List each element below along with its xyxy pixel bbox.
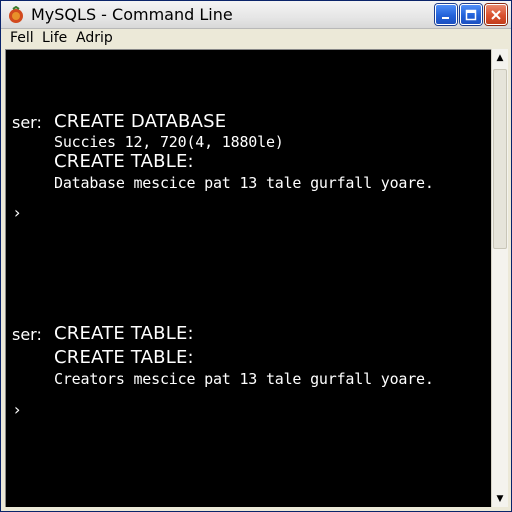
scrollbar-thumb[interactable] — [493, 69, 507, 249]
minimize-button[interactable] — [435, 4, 457, 25]
console-output[interactable]: ser: CREATE DATABASE Succies 12, 720(4, … — [5, 49, 491, 507]
arrow-up-icon: ▲ — [496, 52, 504, 63]
prompt-label: ser: — [12, 325, 42, 344]
scroll-up-button[interactable]: ▲ — [492, 49, 508, 66]
menu-item-life[interactable]: Life — [42, 30, 67, 46]
output-text: Creators mescice pat 13 tale gurfall yoa… — [54, 370, 434, 388]
maximize-icon — [465, 9, 477, 20]
minimize-icon — [442, 16, 449, 19]
vertical-scrollbar[interactable]: ▲ ▼ — [491, 49, 508, 507]
title-bar[interactable]: MySQLS - Command Line — [1, 1, 511, 29]
command-text: CREATE TABLE: — [54, 323, 194, 344]
app-icon — [9, 6, 23, 23]
command-text: CREATE TABLE: — [54, 347, 194, 368]
arrow-down-icon: ▼ — [496, 493, 504, 504]
close-icon — [491, 9, 501, 20]
output-text: Succies 12, 720(4, 1880le) — [54, 133, 284, 151]
menu-item-adrip[interactable]: Adrip — [76, 30, 113, 46]
menu-bar: Fell Life Adrip — [1, 29, 511, 49]
close-button[interactable] — [485, 4, 507, 25]
command-text: CREATE TABLE: — [54, 151, 194, 172]
menu-item-fell[interactable]: Fell — [10, 30, 34, 46]
window-title: MySQLS - Command Line — [31, 5, 233, 24]
output-text: Database mescice pat 13 tale gurfall yoa… — [54, 174, 434, 192]
command-text: CREATE DATABASE — [54, 111, 227, 132]
prompt-label: ser: — [12, 113, 42, 132]
mysql-console-window: MySQLS - Command Line Fell Life Adrip se… — [0, 0, 512, 512]
cursor-caret: › — [14, 400, 21, 419]
scroll-down-button[interactable]: ▼ — [492, 490, 508, 507]
cursor-caret: › — [14, 203, 21, 222]
maximize-button[interactable] — [460, 4, 482, 25]
